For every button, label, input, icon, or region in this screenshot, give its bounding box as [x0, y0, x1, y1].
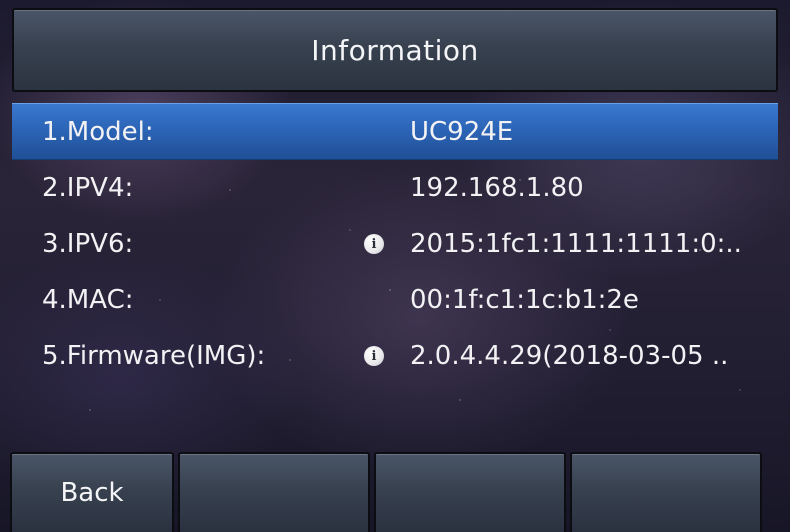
row-value: 2015:1fc1:1111:1111:0:.. [410, 229, 742, 259]
softkey-4[interactable] [570, 452, 762, 532]
softkey-2[interactable] [178, 452, 370, 532]
info-icon: i [364, 234, 384, 254]
row-label: 1.Model: [42, 116, 154, 147]
back-softkey[interactable]: Back [10, 452, 174, 532]
page-title: Information [311, 33, 479, 67]
info-icon: i [364, 346, 384, 366]
row-value: 00:1f:c1:1c:b1:2e [410, 285, 639, 315]
row-value: UC924E [410, 116, 514, 147]
row-label: 3.IPV6: [42, 229, 134, 259]
title-bar: Information [12, 8, 778, 92]
row-label: 2.IPV4: [42, 173, 134, 203]
info-row-firmware[interactable]: 5.Firmware(IMG): i 2.0.4.4.29(2018-03-05… [12, 328, 778, 384]
info-row-model[interactable]: 1.Model: UC924E [12, 103, 778, 160]
row-value: 2.0.4.4.29(2018-03-05 .. [410, 341, 729, 371]
softkey-bar: Back [10, 452, 790, 532]
info-row-ipv6[interactable]: 3.IPV6: i 2015:1fc1:1111:1111:0:.. [12, 216, 778, 272]
info-list: 1.Model: UC924E 2.IPV4: 192.168.1.80 3.I… [12, 103, 778, 384]
phone-screen: Information 1.Model: UC924E 2.IPV4: 192.… [0, 0, 790, 532]
row-label: 5.Firmware(IMG): [42, 341, 266, 371]
row-label: 4.MAC: [42, 285, 134, 315]
row-value: 192.168.1.80 [410, 173, 584, 203]
softkey-3[interactable] [374, 452, 566, 532]
info-row-ipv4[interactable]: 2.IPV4: 192.168.1.80 [12, 160, 778, 216]
info-row-mac[interactable]: 4.MAC: 00:1f:c1:1c:b1:2e [12, 272, 778, 328]
